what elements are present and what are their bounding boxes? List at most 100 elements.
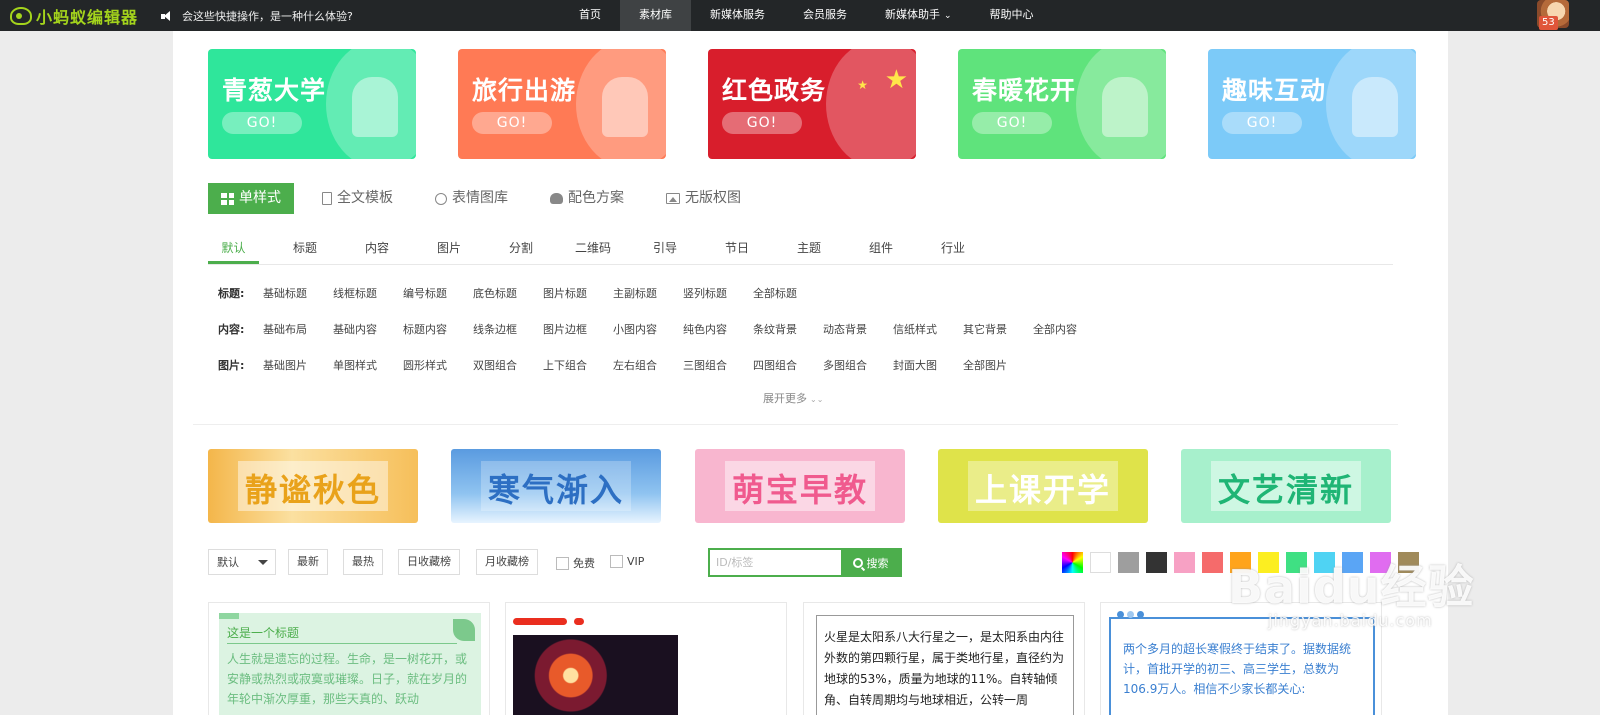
swatch-pink[interactable] xyxy=(1174,552,1195,573)
banner-fun-interaction[interactable]: 趣味互动 GO! xyxy=(1208,49,1416,159)
subtab-default[interactable]: 默认 xyxy=(208,233,259,264)
grid-icon xyxy=(221,192,234,205)
filter-item[interactable]: 其它背景 xyxy=(963,321,1033,337)
template-card[interactable] xyxy=(505,602,787,715)
tab-full-template[interactable]: 全文模板 xyxy=(308,183,407,214)
banner-go-button[interactable]: GO! xyxy=(472,112,552,134)
subtab-theme[interactable]: 主题 xyxy=(773,233,845,264)
subtab-holiday[interactable]: 节日 xyxy=(701,233,773,264)
tab-color-scheme[interactable]: 配色方案 xyxy=(536,183,638,214)
filter-item[interactable]: 条纹背景 xyxy=(753,321,823,337)
subtab-qrcode[interactable]: 二维码 xyxy=(557,233,629,264)
main-nav: 首页 素材库 新媒体服务 会员服务 新媒体助手 ⌄ 帮助中心 xyxy=(560,0,1053,31)
sort-newest-button[interactable]: 最新 xyxy=(288,549,328,575)
announcement[interactable]: 会这些快捷操作，是一种什么体验? xyxy=(161,8,353,24)
filter-item[interactable]: 基础图片 xyxy=(263,357,333,373)
filter-item[interactable]: 线框标题 xyxy=(333,285,403,301)
filter-item[interactable]: 全部内容 xyxy=(1033,321,1103,337)
filter-item[interactable]: 基础内容 xyxy=(333,321,403,337)
filter-item[interactable]: 单图样式 xyxy=(333,357,403,373)
search-input[interactable] xyxy=(710,550,841,575)
logo[interactable]: 小蚂蚁编辑器 xyxy=(10,5,138,27)
tab-emoji-library[interactable]: 表情图库 xyxy=(421,183,522,214)
subtab-content[interactable]: 内容 xyxy=(341,233,413,264)
filter-item[interactable]: 线条边框 xyxy=(473,321,543,337)
free-checkbox[interactable]: 免费 xyxy=(556,555,595,571)
card-body: 火星是太阳系八大行星之一，是太阳系由内往外数的第四颗行星，属于类地行星，直径约为… xyxy=(824,630,1065,707)
banner-red-government[interactable]: ★ ★ 红色政务 GO! xyxy=(708,49,916,159)
subtab-guide[interactable]: 引导 xyxy=(629,233,701,264)
filter-item[interactable]: 小图内容 xyxy=(613,321,683,337)
swatch-gray[interactable] xyxy=(1118,552,1139,573)
subtab-divider[interactable]: 分割 xyxy=(485,233,557,264)
banner-go-button[interactable]: GO! xyxy=(722,112,802,134)
filter-item[interactable]: 全部标题 xyxy=(753,285,823,301)
banner-go-button[interactable]: GO! xyxy=(1222,112,1302,134)
nav-materials[interactable]: 素材库 xyxy=(620,0,691,31)
notification-badge[interactable]: 53 xyxy=(1539,16,1558,30)
monthly-favorites-button[interactable]: 月收藏榜 xyxy=(476,549,538,575)
filter-item[interactable]: 图片边框 xyxy=(543,321,613,337)
swatch-red[interactable] xyxy=(1202,552,1223,573)
template-card[interactable]: 火星是太阳系八大行星之一，是太阳系由内往外数的第四颗行星，属于类地行星，直径约为… xyxy=(803,602,1085,715)
filter-item[interactable]: 底色标题 xyxy=(473,285,543,301)
nav-help-center[interactable]: 帮助中心 xyxy=(971,0,1053,31)
banner-campus[interactable]: 青葱大学 GO! xyxy=(208,49,416,159)
subtab-title[interactable]: 标题 xyxy=(269,233,341,264)
sort-dropdown[interactable]: 默认 xyxy=(208,549,276,575)
checkbox-box[interactable] xyxy=(610,555,623,568)
banner-go-button[interactable]: GO! xyxy=(972,112,1052,134)
theme-banner-cold[interactable]: 寒气渐入 xyxy=(451,449,661,523)
filter-item[interactable]: 主副标题 xyxy=(613,285,683,301)
filter-item[interactable]: 上下组合 xyxy=(543,357,613,373)
nav-home[interactable]: 首页 xyxy=(560,0,620,31)
tab-copyright-free-images[interactable]: 无版权图 xyxy=(652,183,755,214)
filter-item[interactable]: 圆形样式 xyxy=(403,357,473,373)
nav-new-media-service[interactable]: 新媒体服务 xyxy=(691,0,784,31)
filter-item[interactable]: 双图组合 xyxy=(473,357,543,373)
daily-favorites-button[interactable]: 日收藏榜 xyxy=(398,549,460,575)
theme-banner-literary-fresh[interactable]: 文艺清新 xyxy=(1181,449,1391,523)
filter-item[interactable]: 四图组合 xyxy=(753,357,823,373)
announcement-text[interactable]: 会这些快捷操作，是一种什么体验? xyxy=(182,8,353,24)
vip-checkbox[interactable]: VIP xyxy=(610,555,644,568)
filter-item[interactable]: 编号标题 xyxy=(403,285,473,301)
swatch-white[interactable] xyxy=(1090,552,1111,573)
banner-go-button[interactable]: GO! xyxy=(222,112,302,134)
nav-membership[interactable]: 会员服务 xyxy=(784,0,866,31)
filter-item[interactable]: 封面大图 xyxy=(893,357,963,373)
star-icon: ★ xyxy=(857,78,868,92)
checkbox-box[interactable] xyxy=(556,556,569,570)
checkbox-label: 免费 xyxy=(573,557,595,570)
theme-banner-autumn[interactable]: 静谧秋色 xyxy=(208,449,418,523)
sort-hottest-button[interactable]: 最热 xyxy=(343,549,383,575)
swatch-black[interactable] xyxy=(1146,552,1167,573)
filter-item[interactable]: 左右组合 xyxy=(613,357,683,373)
subtab-industry[interactable]: 行业 xyxy=(917,233,989,264)
search-button[interactable]: 搜索 xyxy=(841,550,900,575)
filter-item[interactable]: 多图组合 xyxy=(823,357,893,373)
banner-spring-flowers[interactable]: 春暖花开 GO! xyxy=(958,49,1166,159)
expand-more-link[interactable]: 展开更多 ⌄⌄ xyxy=(763,390,823,406)
filter-item[interactable]: 全部图片 xyxy=(963,357,1033,373)
filter-item[interactable]: 三图组合 xyxy=(683,357,753,373)
theme-banner-early-education[interactable]: 萌宝早教 xyxy=(695,449,905,523)
swatch-all-colors[interactable] xyxy=(1062,552,1083,573)
filter-item[interactable]: 基础标题 xyxy=(263,285,333,301)
filter-item[interactable]: 图片标题 xyxy=(543,285,613,301)
filter-item[interactable]: 竖列标题 xyxy=(683,285,753,301)
filter-item[interactable]: 基础布局 xyxy=(263,321,333,337)
tab-single-style[interactable]: 单样式 xyxy=(208,183,294,214)
filter-item[interactable]: 标题内容 xyxy=(403,321,473,337)
subtab-component[interactable]: 组件 xyxy=(845,233,917,264)
theme-banner-school-start[interactable]: 上课开学 xyxy=(938,449,1148,523)
banner-travel[interactable]: 旅行出游 GO! xyxy=(458,49,666,159)
nav-new-media-assistant[interactable]: 新媒体助手 ⌄ xyxy=(866,0,971,31)
template-card[interactable]: 这是一个标题 人生就是遗忘的过程。生命，是一树花开，或安静或热烈或寂寞或璀璨。日… xyxy=(208,602,490,715)
couple-illustration xyxy=(352,77,398,137)
subtab-image[interactable]: 图片 xyxy=(413,233,485,264)
filter-item[interactable]: 信纸样式 xyxy=(893,321,963,337)
filter-item[interactable]: 动态背景 xyxy=(823,321,893,337)
card-preview: 这是一个标题 人生就是遗忘的过程。生命，是一树花开，或安静或热烈或寂寞或璀璨。日… xyxy=(219,613,481,715)
filter-item[interactable]: 纯色内容 xyxy=(683,321,753,337)
